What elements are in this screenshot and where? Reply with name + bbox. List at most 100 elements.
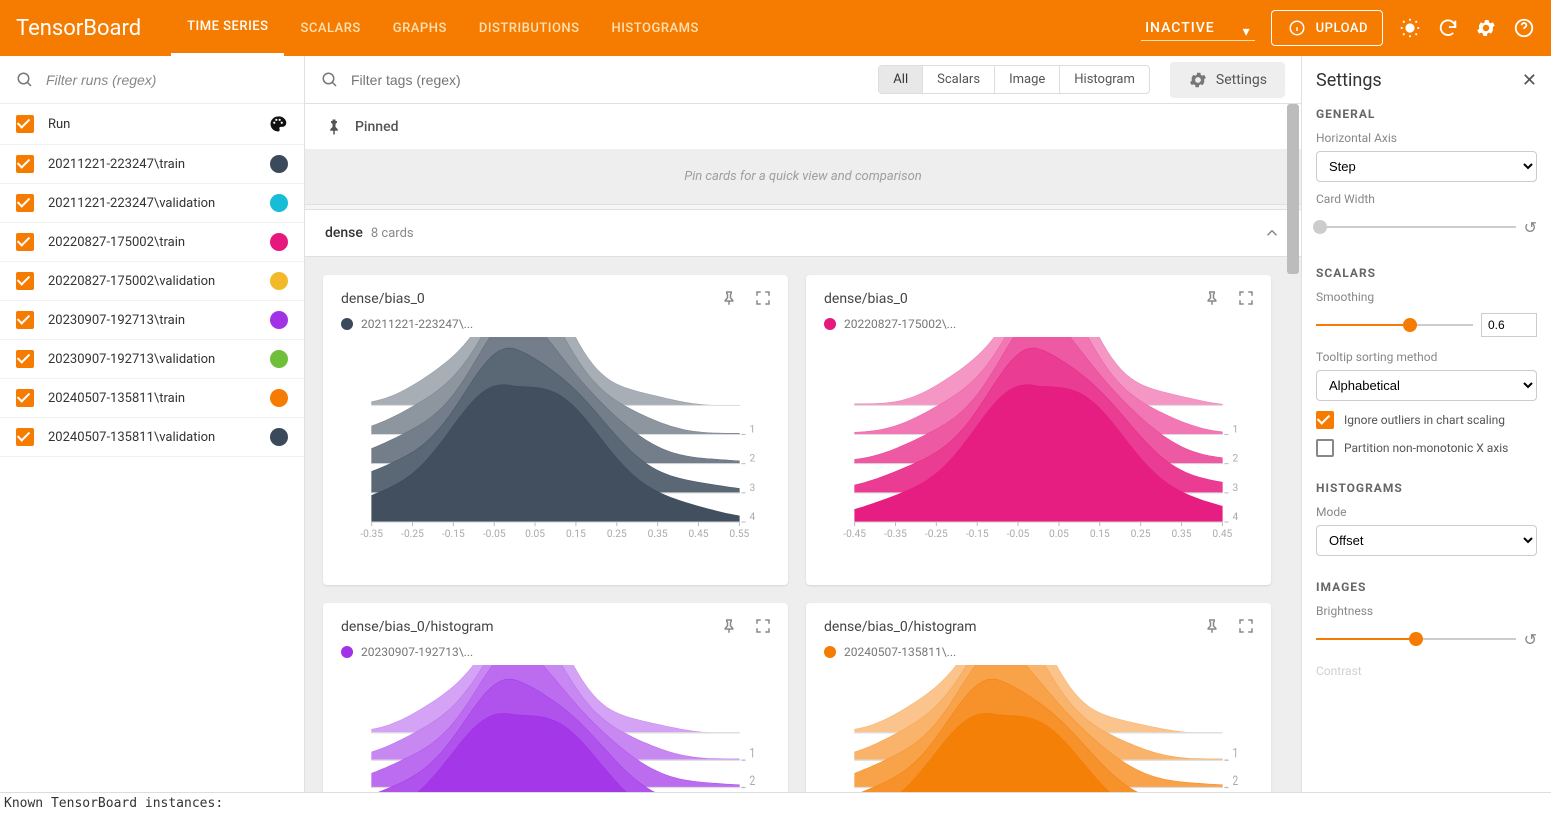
check-ignore-outliers[interactable]: Ignore outliers in chart scaling <box>1316 411 1537 429</box>
run-row[interactable]: 20220827-175002\train <box>0 223 304 262</box>
search-icon <box>321 71 339 89</box>
pin-icon[interactable] <box>720 617 738 635</box>
tab-time-series[interactable]: TIME SERIES <box>171 0 284 56</box>
run-color-swatch[interactable] <box>270 233 288 251</box>
run-color-swatch[interactable] <box>270 350 288 368</box>
run-dot-icon <box>824 646 836 658</box>
check-ignore-outliers-label: Ignore outliers in chart scaling <box>1344 413 1505 427</box>
settings-toggle-button[interactable]: Settings <box>1170 62 1285 98</box>
run-checkbox[interactable] <box>16 155 34 173</box>
select-hist-mode[interactable]: Offset <box>1316 525 1537 556</box>
label-brightness: Brightness <box>1316 604 1537 618</box>
reset-icon[interactable]: ↺ <box>1524 630 1537 649</box>
svg-text:-0.05: -0.05 <box>483 529 506 540</box>
run-header-label: Run <box>48 117 254 132</box>
run-row[interactable]: 20230907-192713\train <box>0 301 304 340</box>
group-header-dense[interactable]: dense 8 cards <box>305 209 1301 257</box>
card-title: dense/bias_0/histogram <box>824 619 1253 635</box>
runs-header-row: Run <box>0 104 304 145</box>
tab-distributions[interactable]: DISTRIBUTIONS <box>463 0 596 56</box>
tags-filter-input[interactable] <box>351 72 751 88</box>
run-label: 20230907-192713\validation <box>48 352 256 367</box>
svg-text:2: 2 <box>750 454 756 465</box>
fullscreen-icon[interactable] <box>1237 617 1255 635</box>
chip-scalars[interactable]: Scalars <box>923 66 995 93</box>
run-checkbox[interactable] <box>16 428 34 446</box>
select-tooltip-sort[interactable]: Alphabetical <box>1316 370 1537 401</box>
fullscreen-icon[interactable] <box>754 289 772 307</box>
run-checkbox[interactable] <box>16 194 34 212</box>
svg-text:3: 3 <box>1233 483 1239 494</box>
run-color-swatch[interactable] <box>270 311 288 329</box>
run-checkbox[interactable] <box>16 350 34 368</box>
card-run-row: 20220827-175002\... <box>824 317 1253 331</box>
theme-toggle-icon[interactable] <box>1399 17 1421 39</box>
histogram-card: dense/bias_0 20211221-223247\... 1234-0.… <box>323 275 788 585</box>
run-row[interactable]: 20240507-135811\validation <box>0 418 304 457</box>
plugin-select[interactable]: INACTIVE ▾ <box>1141 16 1255 41</box>
run-color-swatch[interactable] <box>270 272 288 290</box>
label-tooltip-sort: Tooltip sorting method <box>1316 350 1537 364</box>
slider-brightness[interactable] <box>1316 624 1516 654</box>
run-checkbox[interactable] <box>16 272 34 290</box>
run-color-swatch[interactable] <box>270 389 288 407</box>
run-checkbox[interactable] <box>16 311 34 329</box>
scrollbar-thumb[interactable] <box>1287 104 1299 274</box>
run-row[interactable]: 20211221-223247\validation <box>0 184 304 223</box>
select-horizontal-axis[interactable]: Step <box>1316 151 1537 182</box>
palette-icon[interactable] <box>268 114 288 134</box>
tab-scalars[interactable]: SCALARS <box>284 0 376 56</box>
slider-smoothing[interactable] <box>1316 310 1473 340</box>
tab-histograms[interactable]: HISTOGRAMS <box>596 0 715 56</box>
chip-image[interactable]: Image <box>995 66 1060 93</box>
close-icon[interactable]: ✕ <box>1522 70 1537 91</box>
run-color-swatch[interactable] <box>270 428 288 446</box>
chip-histogram[interactable]: Histogram <box>1060 66 1149 93</box>
run-color-swatch[interactable] <box>270 194 288 212</box>
input-smoothing[interactable] <box>1481 313 1537 337</box>
svg-text:-0.45: -0.45 <box>843 529 866 540</box>
header-right: INACTIVE ▾ UPLOAD <box>1141 10 1535 46</box>
run-row[interactable]: 20230907-192713\validation <box>0 340 304 379</box>
card-title: dense/bias_0 <box>824 291 1253 307</box>
fullscreen-icon[interactable] <box>754 617 772 635</box>
check-partition-x[interactable]: Partition non-monotonic X axis <box>1316 439 1537 457</box>
group-name: dense <box>325 225 363 241</box>
run-checkbox[interactable] <box>16 389 34 407</box>
section-scalars: SCALARS <box>1316 266 1537 280</box>
run-checkbox[interactable] <box>16 233 34 251</box>
svg-text:0.55: 0.55 <box>729 529 749 540</box>
settings-gear-icon[interactable] <box>1475 17 1497 39</box>
checkbox-icon[interactable] <box>1316 411 1334 429</box>
run-row[interactable]: 20220827-175002\validation <box>0 262 304 301</box>
group-count: 8 cards <box>371 226 414 241</box>
pin-icon[interactable] <box>720 289 738 307</box>
run-header-checkbox[interactable] <box>16 115 34 133</box>
run-row[interactable]: 20240507-135811\train <box>0 379 304 418</box>
checkbox-outline-icon[interactable] <box>1316 439 1334 457</box>
svg-text:1: 1 <box>1233 425 1239 436</box>
help-icon[interactable] <box>1513 17 1535 39</box>
chip-all[interactable]: All <box>879 66 923 93</box>
settings-panel-header: Settings ✕ <box>1316 70 1537 91</box>
svg-text:-0.35: -0.35 <box>884 529 907 540</box>
reset-icon[interactable]: ↺ <box>1524 218 1537 237</box>
svg-text:-0.15: -0.15 <box>442 529 465 540</box>
svg-text:0.25: 0.25 <box>607 529 627 540</box>
fullscreen-icon[interactable] <box>1237 289 1255 307</box>
tab-graphs[interactable]: GRAPHS <box>377 0 463 56</box>
chevron-up-icon[interactable] <box>1263 224 1281 242</box>
runs-sidebar: Run 20211221-223247\train 20211221-22324… <box>0 56 305 792</box>
label-mode: Mode <box>1316 505 1537 519</box>
upload-button[interactable]: UPLOAD <box>1271 10 1383 46</box>
pin-icon[interactable] <box>1203 617 1221 635</box>
main-scroll[interactable]: Pinned Pin cards for a quick view and co… <box>305 104 1301 792</box>
svg-text:-0.15: -0.15 <box>966 529 989 540</box>
card-title: dense/bias_0/histogram <box>341 619 770 635</box>
run-row[interactable]: 20211221-223247\train <box>0 145 304 184</box>
reload-icon[interactable] <box>1437 17 1459 39</box>
pin-icon[interactable] <box>1203 289 1221 307</box>
run-color-swatch[interactable] <box>270 155 288 173</box>
slider-card-width[interactable] <box>1316 212 1516 242</box>
runs-filter-input[interactable] <box>46 72 288 88</box>
